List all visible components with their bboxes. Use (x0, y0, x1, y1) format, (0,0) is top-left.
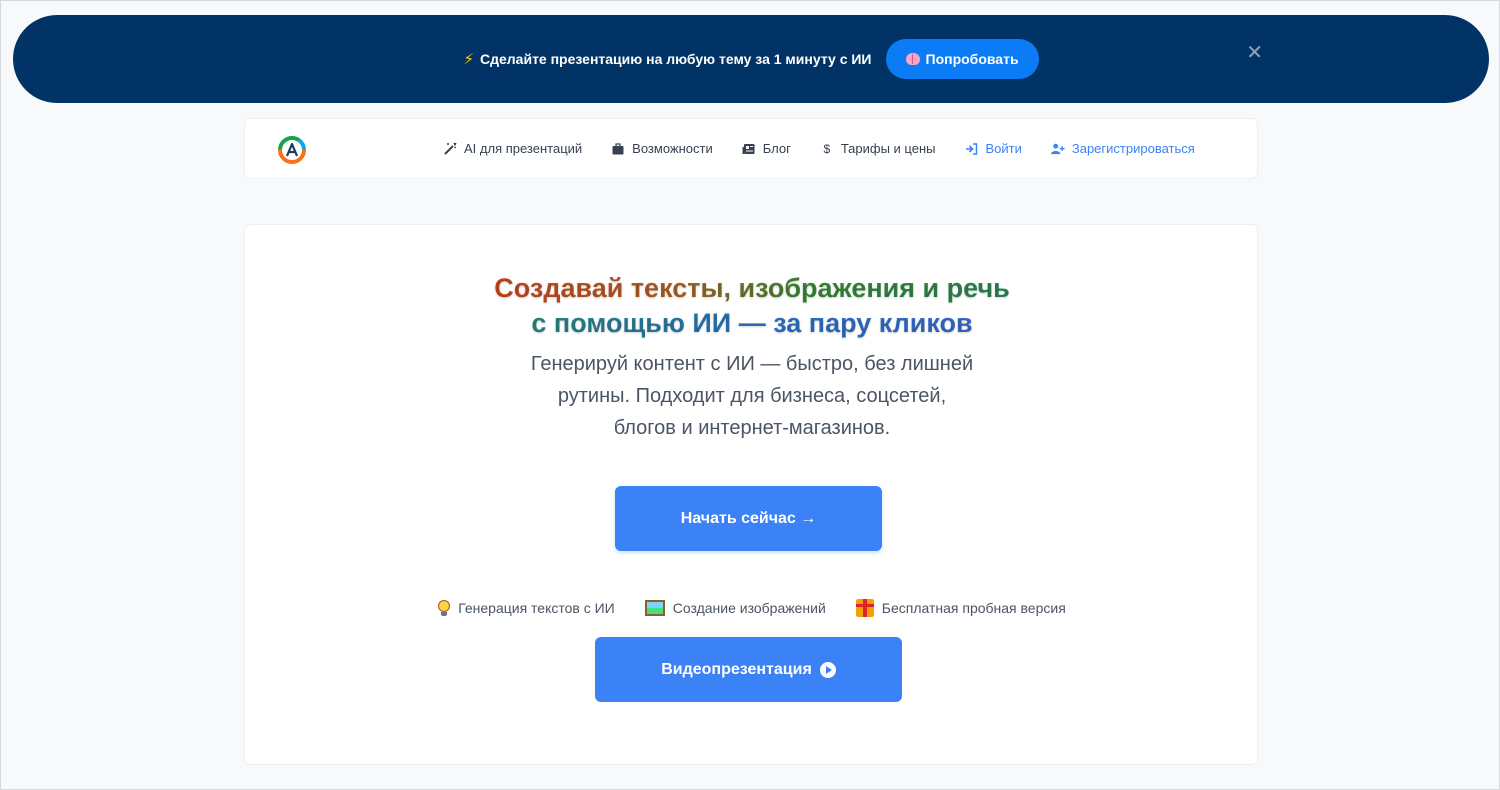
try-button[interactable]: Попробовать (885, 39, 1039, 79)
magic-wand-icon (443, 142, 457, 156)
nav-label: Войти (985, 141, 1022, 156)
picture-icon (644, 600, 665, 616)
promo-message: ⚡ Сделайте презентацию на любую тему за … (463, 50, 871, 68)
feature-item: Генерация текстов с ИИ (438, 599, 615, 617)
sign-in-icon (964, 142, 978, 156)
feature-list: Генерация текстов с ИИ Создание изображе… (245, 599, 1259, 617)
video-presentation-button[interactable]: Видеопрезентация (595, 637, 902, 702)
user-plus-icon (1050, 142, 1065, 156)
brain-icon (905, 53, 920, 65)
nav-label: Зарегистрироваться (1071, 141, 1195, 156)
lightning-icon: ⚡ (463, 51, 474, 68)
close-banner-button[interactable]: ✕ (1246, 43, 1263, 63)
newspaper-icon (742, 142, 756, 156)
nav-item-login[interactable]: Войти (964, 141, 1022, 156)
nav-label: AI для презентаций (464, 141, 583, 156)
hero-headline: Создавай тексты, изображения и речь с по… (245, 271, 1259, 341)
nav-label: Возможности (632, 141, 713, 156)
feature-item: Создание изображений (644, 599, 826, 617)
logo[interactable] (277, 135, 307, 165)
hero-section: Создавай тексты, изображения и речь с по… (244, 224, 1258, 765)
hero-subtitle: Генерируй контент с ИИ — быстро, без лиш… (530, 353, 974, 439)
nav-label: Блог (762, 141, 791, 156)
nav-menu: AI для презентаций Возможности Блог $ Та… (443, 119, 1195, 178)
navbar: AI для презентаций Возможности Блог $ Та… (244, 118, 1258, 179)
briefcase-icon (611, 142, 625, 156)
dollar-icon: $ (823, 141, 831, 156)
start-now-button[interactable]: Начать сейчас → (615, 486, 882, 551)
nav-item-register[interactable]: Зарегистрироваться (1050, 141, 1195, 156)
try-button-label: Попробовать (925, 51, 1019, 67)
video-button-label: Видеопрезентация (661, 660, 812, 678)
feature-item: Бесплатная пробная версия (855, 599, 1066, 617)
promo-text: Сделайте презентацию на любую тему за 1 … (480, 51, 872, 67)
headline-line1: Создавай тексты, изображения и речь (494, 273, 1010, 303)
nav-item-blog[interactable]: Блог (742, 141, 791, 156)
nav-label: Тарифы и цены (840, 141, 936, 156)
nav-item-features[interactable]: Возможности (611, 141, 713, 156)
lightbulb-icon (438, 599, 451, 617)
nav-item-ai-presentations[interactable]: AI для презентаций (443, 141, 582, 156)
play-icon (819, 661, 836, 678)
gift-icon (855, 599, 874, 617)
nav-item-pricing[interactable]: $ Тарифы и цены (820, 141, 936, 156)
promo-banner: ⚡ Сделайте презентацию на любую тему за … (13, 15, 1489, 103)
headline-line2: с помощью ИИ — за пару кликов (531, 308, 973, 338)
